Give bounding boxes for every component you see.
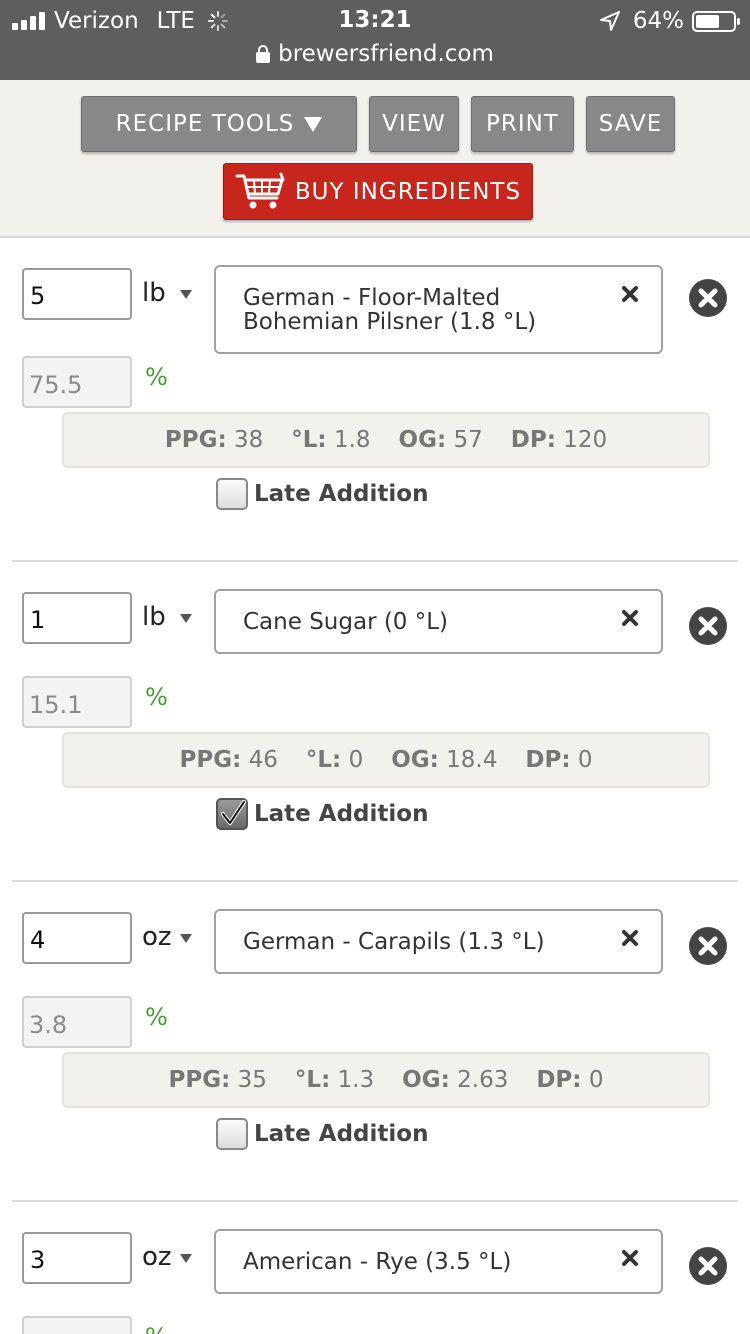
og-stat: OG: 57 [398, 427, 483, 453]
shopping-cart-icon [235, 172, 285, 208]
recipe-tools-label: RECIPE TOOLS [115, 111, 295, 137]
ingredient-row: 1 lb Cane Sugar (0 °L) 15.1 % PPG: 46 °L… [0, 562, 750, 882]
battery-fill [696, 14, 720, 28]
ingredient-name-field[interactable]: German - Carapils (1.3 °L) [214, 909, 663, 974]
ppg-stat: PPG: 35 [168, 1067, 267, 1093]
url-text: brewersfriend.com [278, 41, 494, 67]
og-stat: OG: 18.4 [391, 747, 498, 773]
late-addition-label: Late Addition [254, 1121, 429, 1147]
og-stat: OG: 2.63 [402, 1067, 509, 1093]
checkmark-icon [221, 800, 246, 825]
ingredient-row: 4 oz German - Carapils (1.3 °L) 3.8 % PP… [0, 882, 750, 1202]
percent-field: 75.5 [22, 356, 132, 408]
late-addition-label: Late Addition [254, 481, 429, 507]
location-arrow-icon [599, 11, 620, 31]
print-button[interactable]: PRINT [471, 96, 574, 152]
ppg-stat: PPG: 38 [164, 427, 264, 453]
clear-icon[interactable] [621, 609, 639, 627]
unit-select[interactable]: oz [142, 1242, 172, 1272]
recipe-toolbar: RECIPE TOOLS VIEW PRINT SAVE BUY INGREDI… [0, 80, 750, 238]
late-addition-option[interactable]: Late Addition [216, 1118, 428, 1150]
percent-field: 15.1 [22, 676, 132, 728]
late-addition-checkbox[interactable] [216, 1118, 248, 1150]
late-addition-option[interactable]: Late Addition [216, 798, 428, 830]
late-addition-checkbox[interactable] [216, 478, 248, 510]
buy-ingredients-label: BUY INGREDIENTS [294, 178, 522, 205]
amount-input[interactable]: 3 [22, 1232, 132, 1284]
late-addition-checkbox[interactable] [216, 798, 248, 830]
lovibond-stat: °L: 1.3 [294, 1067, 375, 1093]
unit-caret-icon[interactable] [180, 1254, 192, 1263]
remove-ingredient-icon[interactable] [688, 606, 728, 646]
ingredient-name: American - Rye (3.5 °L) [243, 1249, 512, 1275]
battery-percent: 64% [632, 8, 684, 34]
recipe-tools-button[interactable]: RECIPE TOOLS [81, 96, 357, 152]
battery-icon [692, 10, 740, 32]
url-bar[interactable]: brewersfriend.com [0, 39, 750, 69]
lovibond-stat: °L: 0 [305, 747, 364, 773]
clear-icon[interactable] [621, 1249, 639, 1267]
amount-input[interactable]: 4 [22, 912, 132, 964]
ingredient-row: 3 oz American - Rye (3.5 °L) % [0, 1202, 750, 1334]
amount-input[interactable]: 1 [22, 592, 132, 644]
ingredient-stats: PPG: 35 °L: 1.3 OG: 2.63 DP: 0 [62, 1052, 710, 1108]
percent-sign: % [145, 363, 168, 391]
amount-input[interactable]: 5 [22, 268, 132, 320]
dp-stat: DP: 120 [510, 427, 608, 453]
ingredient-name-field[interactable]: American - Rye (3.5 °L) [214, 1229, 663, 1294]
unit-select[interactable]: oz [142, 922, 172, 952]
clear-icon[interactable] [621, 285, 639, 303]
unit-select[interactable]: lb [142, 278, 166, 308]
ingredient-name-field[interactable]: Cane Sugar (0 °L) [214, 589, 663, 654]
ingredient-name: German - Carapils (1.3 °L) [243, 929, 545, 955]
status-bar: Verizon LTE 13:21 64% brewersfriend.com [0, 0, 750, 80]
remove-ingredient-icon[interactable] [688, 926, 728, 966]
ingredient-name-field[interactable]: German - Floor-Malted Bohemian Pilsner (… [214, 265, 663, 354]
ingredient-row: 5 lb German - Floor-Malted Bohemian Pils… [0, 238, 750, 562]
ingredient-name: Cane Sugar (0 °L) [243, 609, 449, 635]
unit-caret-icon[interactable] [180, 614, 192, 623]
caret-down-icon [304, 116, 323, 132]
unit-select[interactable]: lb [142, 602, 166, 632]
ingredient-name: German - Floor-Malted Bohemian Pilsner (… [243, 285, 537, 335]
ingredient-stats: PPG: 46 °L: 0 OG: 18.4 DP: 0 [62, 732, 710, 788]
remove-ingredient-icon[interactable] [688, 1246, 728, 1286]
ppg-stat: PPG: 46 [179, 747, 278, 773]
late-addition-label: Late Addition [254, 801, 429, 827]
unit-caret-icon[interactable] [180, 934, 192, 943]
view-button[interactable]: VIEW [369, 96, 459, 152]
percent-sign: % [145, 683, 168, 711]
status-right: 64% [599, 7, 740, 35]
percent-field [22, 1316, 132, 1334]
save-button[interactable]: SAVE [586, 96, 675, 152]
percent-sign: % [145, 1323, 168, 1334]
unit-caret-icon[interactable] [180, 290, 192, 299]
clear-icon[interactable] [621, 929, 639, 947]
dp-stat: DP: 0 [536, 1067, 604, 1093]
percent-sign: % [145, 1003, 168, 1031]
buy-ingredients-button[interactable]: BUY INGREDIENTS [223, 163, 533, 220]
late-addition-option[interactable]: Late Addition [216, 478, 428, 510]
lovibond-stat: °L: 1.8 [291, 427, 371, 453]
ingredient-stats: PPG: 38 °L: 1.8 OG: 57 DP: 120 [62, 412, 710, 468]
remove-ingredient-icon[interactable] [688, 278, 728, 318]
dp-stat: DP: 0 [525, 747, 593, 773]
percent-field: 3.8 [22, 996, 132, 1048]
lock-icon [256, 45, 271, 63]
